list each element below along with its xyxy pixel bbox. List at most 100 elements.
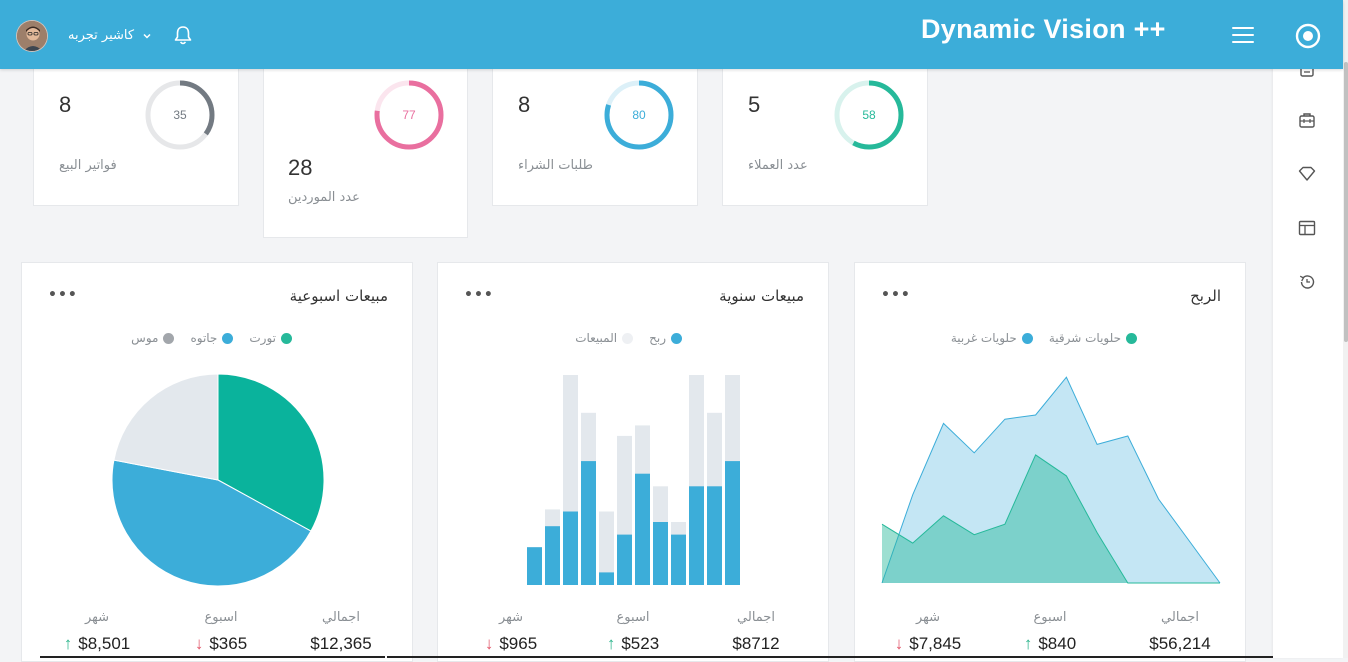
bar: [707, 486, 722, 585]
more-options-icon[interactable]: •••: [48, 287, 78, 303]
legend-swatch: [222, 332, 234, 344]
stat-value: 8: [59, 92, 72, 117]
trend-up-icon: ↑: [63, 634, 73, 653]
footer-stat-label: شهر: [498, 610, 524, 625]
legend-label: ربح: [649, 331, 666, 345]
bar: [689, 486, 704, 585]
trend-down-icon: ↓: [194, 634, 204, 653]
progress-percent: 35: [173, 108, 187, 122]
bar: [545, 526, 560, 585]
legend-label: حلويات شرقية: [1048, 331, 1121, 345]
trend-up-icon: ↑: [606, 634, 616, 653]
footer-stat-value: ↑ $523: [606, 634, 660, 653]
legend-label: جاتوه: [190, 331, 218, 345]
legend-label: المبيعات: [575, 331, 618, 345]
footer-stat-week: اسبوع ↑ $840: [995, 610, 1105, 654]
chart-legend: ربح المبيعات: [575, 331, 682, 345]
footer-stat-value: $8712: [732, 634, 780, 653]
footer-stat-value: ↓ $7,845: [894, 634, 962, 653]
menu-icon[interactable]: [1232, 27, 1254, 43]
bar: [527, 547, 542, 585]
footer-stat-month: شهر ↑ $8,501: [42, 610, 152, 654]
bar: [635, 473, 650, 585]
diamond-icon[interactable]: [1298, 165, 1316, 183]
card-profit: الربح ••• حلويات شرقية حلويات غربية اجما…: [854, 262, 1246, 662]
stat-card-purchase-orders: 8 طلبات الشراء 80: [492, 62, 698, 206]
stat-label: عدد العملاء: [748, 158, 808, 173]
legend-item[interactable]: تورت: [249, 331, 292, 345]
legend-swatch: [671, 332, 682, 344]
progress-percent: 80: [632, 108, 646, 122]
bar: [653, 522, 668, 585]
footer-stat-label: اسبوع: [204, 610, 238, 625]
legend-label: حلويات غربية: [950, 331, 1017, 345]
scrollbar-thumb[interactable]: [1344, 62, 1348, 342]
user-menu[interactable]: كاشير تجربه: [16, 19, 152, 52]
stat-label: طلبات الشراء: [518, 158, 593, 173]
footer-stat-value: ↑ $8,501: [63, 634, 131, 653]
footer-stat-label: اسبوع: [1033, 610, 1067, 625]
stat-value: 28: [288, 155, 313, 180]
footer-stat-value: ↓ $965: [484, 634, 538, 653]
footer-stat-label: اجمالي: [737, 610, 775, 625]
legend-item[interactable]: حلويات غربية: [951, 331, 1033, 345]
footer-stat-month: شهر ↓ $965: [456, 610, 566, 654]
legend-swatch: [1021, 332, 1033, 344]
chart-legend: حلويات شرقية حلويات غربية: [951, 331, 1137, 345]
progress-ring: 35: [143, 78, 217, 152]
more-options-icon[interactable]: •••: [464, 287, 494, 303]
stat-card-suppliers: 28 عدد الموردين 77: [263, 62, 468, 238]
legend-item[interactable]: ربح: [649, 331, 682, 345]
progress-percent: 77: [402, 108, 416, 122]
progress-ring: 58: [832, 78, 906, 152]
stat-value: 5: [748, 92, 761, 117]
progress-ring: 80: [602, 78, 676, 152]
trend-up-icon: ↑: [1023, 634, 1033, 653]
footer-stat-week: اسبوع ↓ $365: [166, 610, 276, 654]
footer-stat-month: شهر ↓ $7,845: [873, 610, 983, 654]
target-icon[interactable]: [1295, 23, 1321, 49]
footer-stat-value: ↓ $365: [194, 634, 248, 653]
footer-stat-label: اجمالي: [322, 610, 360, 625]
table-icon[interactable]: [1298, 219, 1316, 237]
legend-item[interactable]: المبيعات: [575, 331, 634, 345]
history-icon[interactable]: [1298, 273, 1316, 291]
trend-down-icon: ↓: [484, 634, 494, 653]
legend-item[interactable]: حلويات شرقية: [1049, 331, 1137, 345]
legend-swatch: [281, 332, 292, 344]
card-annual-sales: مبيعات سنوية ••• ربح المبيعات اجمالي $87…: [437, 262, 829, 662]
stat-label: عدد الموردين: [288, 190, 360, 205]
bar: [563, 511, 578, 585]
bar: [581, 461, 596, 585]
bell-icon[interactable]: [172, 24, 194, 46]
footer-stat-week: اسبوع ↑ $523: [578, 610, 688, 654]
briefcase-icon[interactable]: [1298, 111, 1316, 129]
bar: [599, 572, 614, 585]
stat-card-sales-invoices: 8 فواتير البيع 35: [33, 62, 239, 206]
user-name[interactable]: كاشير تجربه: [68, 28, 134, 43]
stat-card-customers: 5 عدد العملاء 58: [722, 62, 928, 206]
more-options-icon[interactable]: •••: [881, 287, 911, 303]
footer-stat-value: $56,214: [1149, 634, 1211, 653]
pie-chart: [111, 373, 325, 587]
card-title: مبيعات سنوية: [719, 287, 804, 305]
top-navbar: كاشير تجربه Dynamic Vision ++: [0, 0, 1343, 69]
area-chart: [881, 376, 1221, 584]
card-weekly-sales: مبيعات اسبوعية ••• تورت جاتوه موس اجمالي…: [21, 262, 413, 662]
legend-item[interactable]: موس: [131, 331, 175, 345]
progress-percent: 58: [862, 108, 876, 122]
footer-stat-label: اجمالي: [1161, 610, 1199, 625]
footer-stat-label: اسبوع: [616, 610, 650, 625]
user-avatar[interactable]: [16, 19, 48, 52]
chevron-down-icon[interactable]: [142, 31, 152, 41]
footer-stat-total: اجمالي $8712: [701, 610, 811, 654]
footer-stat-total: اجمالي $12,365: [286, 610, 396, 654]
legend-swatch: [622, 332, 634, 344]
footer-stat-total: اجمالي $56,214: [1125, 610, 1235, 654]
legend-item[interactable]: جاتوه: [190, 331, 234, 345]
bar: [725, 461, 740, 585]
brand-title[interactable]: Dynamic Vision ++: [921, 14, 1166, 45]
legend-label: تورت: [249, 331, 276, 345]
card-title: الربح: [1190, 287, 1221, 305]
legend-swatch: [163, 332, 175, 344]
